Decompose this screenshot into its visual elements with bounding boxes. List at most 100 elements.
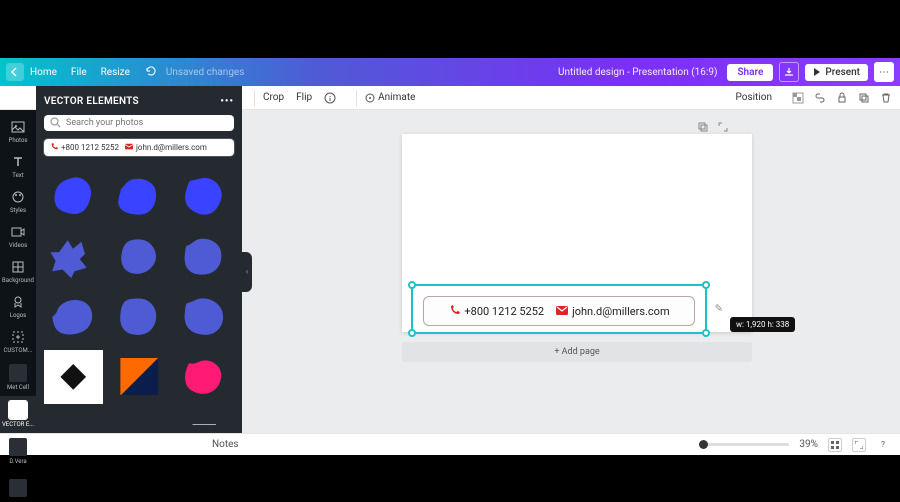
element-diamond[interactable] bbox=[44, 350, 103, 404]
rail-background[interactable]: Background bbox=[0, 254, 36, 289]
zoom-slider[interactable] bbox=[699, 443, 789, 446]
element-blob-pink[interactable] bbox=[175, 350, 234, 404]
panel-preview-card[interactable]: +800 1212 5252 john.d@millers.com bbox=[44, 139, 234, 156]
rail-label: Text bbox=[12, 172, 23, 179]
rail-label: VECTOR E... bbox=[2, 421, 34, 428]
search-icon bbox=[50, 117, 61, 128]
element-blob[interactable] bbox=[175, 170, 234, 224]
unsaved-status: Unsaved changes bbox=[166, 67, 245, 78]
grid-view-button[interactable] bbox=[828, 438, 842, 452]
selection-box[interactable]: +800 1212 5252 john.d@millers.com ✎ bbox=[411, 284, 707, 334]
rail-label: Photos bbox=[9, 137, 28, 144]
info-icon bbox=[324, 92, 336, 104]
rail-thumb-0[interactable]: Met Cell bbox=[0, 359, 36, 396]
stage-copy-button[interactable] bbox=[696, 120, 710, 134]
expand-icon bbox=[855, 441, 863, 449]
element-pill[interactable] bbox=[44, 410, 103, 425]
elements-grid bbox=[44, 170, 234, 425]
elements-panel: VECTOR ELEMENTS ••• +800 1212 5252 john.… bbox=[36, 86, 242, 433]
rail-logos[interactable]: Logos bbox=[0, 289, 36, 324]
transparency-button[interactable] bbox=[790, 90, 806, 106]
app-header: Home File Resize Unsaved changes Untitle… bbox=[0, 58, 900, 86]
lock-button[interactable] bbox=[834, 90, 850, 106]
stage-expand-button[interactable] bbox=[716, 120, 730, 134]
rail-photos[interactable]: Photos bbox=[0, 114, 36, 149]
footer-bar: Notes 39% ? bbox=[0, 433, 900, 455]
element-blob[interactable] bbox=[109, 290, 168, 344]
background-icon bbox=[11, 260, 25, 274]
rail-custom[interactable]: CUSTOM... bbox=[0, 324, 36, 359]
more-button[interactable]: ⋯ bbox=[874, 62, 894, 82]
palette-icon bbox=[11, 190, 25, 204]
rail-label: Logos bbox=[10, 312, 27, 319]
element-blob[interactable] bbox=[44, 230, 103, 284]
text-icon bbox=[11, 155, 25, 169]
rail-thumb-3[interactable] bbox=[0, 474, 36, 502]
mail-icon bbox=[556, 305, 568, 317]
rail-label: Met Cell bbox=[7, 384, 29, 391]
rail-thumb-1[interactable]: VECTOR E... bbox=[0, 396, 36, 433]
mail-icon bbox=[125, 143, 133, 151]
copy-icon bbox=[697, 121, 709, 133]
link-button[interactable] bbox=[812, 90, 828, 106]
sparkle-icon bbox=[365, 93, 375, 103]
logo-icon bbox=[11, 295, 25, 309]
present-button[interactable]: Present bbox=[805, 64, 868, 81]
help-button[interactable]: ? bbox=[876, 438, 890, 452]
rail-videos[interactable]: Videos bbox=[0, 219, 36, 254]
grid-icon bbox=[831, 441, 839, 449]
video-icon bbox=[11, 225, 25, 239]
rail-label: CUSTOM... bbox=[4, 347, 33, 354]
design-title[interactable]: Untitled design - Presentation (16:9) bbox=[558, 67, 717, 78]
element-trapezoid[interactable] bbox=[109, 410, 168, 425]
undo-button[interactable] bbox=[144, 65, 156, 80]
element-blob[interactable] bbox=[175, 290, 234, 344]
flip-button[interactable]: Flip bbox=[296, 92, 312, 103]
transparency-icon bbox=[792, 92, 804, 104]
phone-icon bbox=[448, 305, 460, 317]
chevron-left-icon bbox=[10, 67, 20, 77]
search-input[interactable] bbox=[66, 118, 228, 128]
panel-more-button[interactable]: ••• bbox=[220, 96, 234, 107]
add-page-button[interactable]: + Add page bbox=[402, 342, 752, 362]
download-icon bbox=[784, 67, 794, 77]
collapse-panel-button[interactable]: ‹ bbox=[242, 252, 252, 292]
back-button[interactable] bbox=[6, 63, 24, 81]
notes-button[interactable]: Notes bbox=[212, 439, 239, 450]
element-blob[interactable] bbox=[44, 290, 103, 344]
design-page[interactable]: +800 1212 5252 john.d@millers.com ✎ w: 1… bbox=[402, 134, 752, 332]
element-blob[interactable] bbox=[175, 230, 234, 284]
position-button[interactable]: Position bbox=[736, 92, 772, 103]
download-button[interactable] bbox=[779, 62, 799, 82]
element-blob[interactable] bbox=[109, 170, 168, 224]
info-button[interactable] bbox=[324, 92, 336, 104]
rotate-handle[interactable]: ✎ bbox=[715, 304, 723, 315]
rail-thumb-2[interactable]: D.Vera bbox=[0, 433, 36, 470]
app-root: Home File Resize Unsaved changes Untitle… bbox=[0, 58, 900, 455]
animate-button[interactable]: Animate bbox=[365, 92, 415, 103]
expand-icon bbox=[717, 121, 729, 133]
contact-card[interactable]: +800 1212 5252 john.d@millers.com bbox=[423, 296, 695, 326]
menu-resize[interactable]: Resize bbox=[101, 67, 130, 78]
contact-phone: +800 1212 5252 bbox=[464, 305, 544, 318]
contact-email: john.d@millers.com bbox=[572, 305, 670, 318]
canvas-area[interactable]: +800 1212 5252 john.d@millers.com ✎ w: 1… bbox=[242, 110, 900, 433]
element-hexagon[interactable] bbox=[175, 410, 234, 425]
fullscreen-button[interactable] bbox=[852, 438, 866, 452]
rail-styles[interactable]: Styles bbox=[0, 184, 36, 219]
element-blob[interactable] bbox=[109, 230, 168, 284]
delete-button[interactable] bbox=[878, 90, 894, 106]
play-icon bbox=[813, 68, 821, 76]
menu-file[interactable]: File bbox=[71, 67, 87, 78]
search-input-wrap[interactable] bbox=[44, 115, 234, 131]
duplicate-button[interactable] bbox=[856, 90, 872, 106]
panel-title: VECTOR ELEMENTS bbox=[44, 96, 139, 107]
element-triangle[interactable] bbox=[109, 350, 168, 404]
animate-label: Animate bbox=[378, 92, 415, 103]
element-blob[interactable] bbox=[44, 170, 103, 224]
share-button[interactable]: Share bbox=[727, 64, 773, 81]
present-label: Present bbox=[825, 67, 860, 78]
rail-text[interactable]: Text bbox=[0, 149, 36, 184]
crop-button[interactable]: Crop bbox=[263, 92, 284, 103]
menu-home[interactable]: Home bbox=[30, 67, 57, 78]
